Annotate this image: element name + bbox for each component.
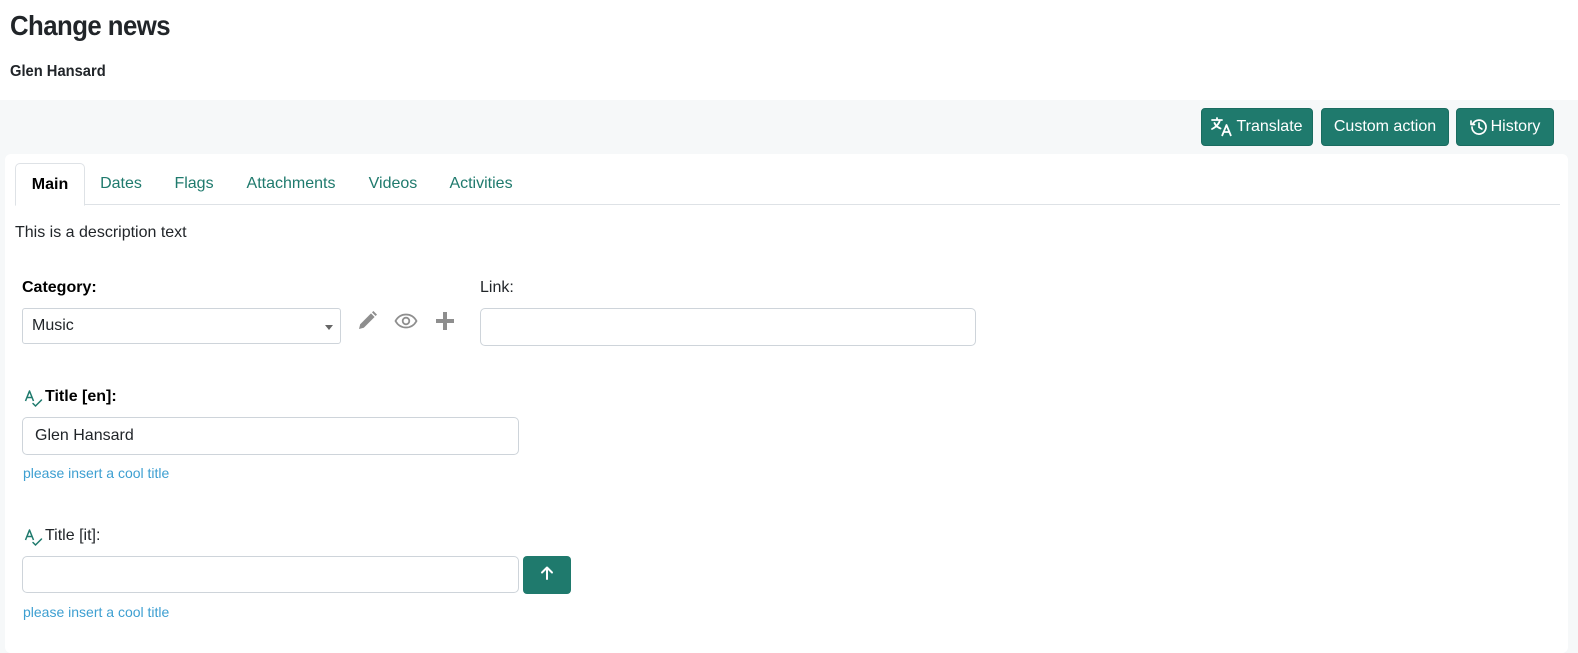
title-it-help-text: please insert a cool title [23, 604, 170, 620]
title-it-input[interactable] [22, 556, 519, 593]
category-selected-value: Music [32, 317, 74, 334]
history-icon [1469, 118, 1488, 136]
tab-bar: Main Dates Flags Attachments Videos Acti… [15, 163, 1560, 206]
translate-label: Translate [1236, 118, 1303, 135]
history-label: History [1490, 118, 1541, 135]
tab-main[interactable]: Main [15, 163, 85, 206]
spellcheck-icon [24, 528, 44, 548]
title-it-label: Title [it]: [45, 527, 101, 544]
custom-action-button[interactable]: Custom action [1321, 108, 1449, 146]
chevron-down-icon [325, 325, 333, 330]
pencil-icon[interactable] [354, 308, 380, 334]
tab-videos[interactable]: Videos [363, 163, 423, 205]
translate-icon [1211, 117, 1233, 137]
page-title: Change news [10, 10, 171, 41]
title-en-help-text: please insert a cool title [23, 465, 170, 481]
tab-dates[interactable]: Dates [91, 163, 151, 205]
arrow-up-icon [539, 565, 555, 586]
tab-attachments[interactable]: Attachments [241, 163, 341, 205]
spellcheck-icon [24, 389, 44, 409]
page-header: Change news Glen Hansard [0, 0, 1578, 100]
link-input[interactable] [480, 308, 976, 346]
custom-action-label: Custom action [1333, 118, 1437, 135]
eye-icon[interactable] [393, 308, 419, 334]
tab-flags[interactable]: Flags [167, 163, 221, 205]
link-label: Link: [480, 279, 514, 296]
title-en-input[interactable]: Glen Hansard [22, 417, 519, 455]
category-select[interactable]: Music [22, 308, 341, 344]
tab-activities[interactable]: Activities [445, 163, 517, 205]
history-button[interactable]: History [1456, 108, 1554, 146]
action-toolbar: Translate Custom action History [0, 100, 1578, 154]
category-label: Category: [22, 279, 97, 296]
description-text: This is a description text [15, 224, 187, 241]
translate-button[interactable]: Translate [1201, 108, 1313, 146]
page-subtitle: Glen Hansard [10, 63, 106, 80]
title-en-label: Title [en]: [45, 388, 117, 405]
plus-icon[interactable] [432, 308, 458, 334]
copy-up-button[interactable] [523, 556, 571, 594]
